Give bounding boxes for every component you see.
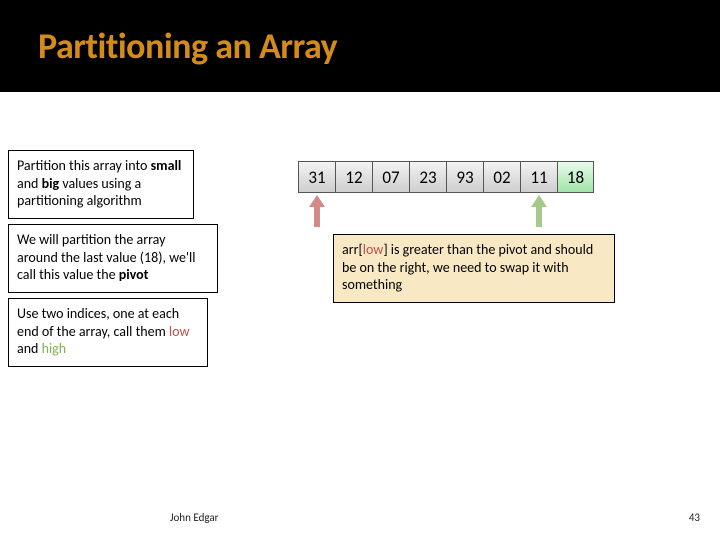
footer-page: 43 bbox=[689, 511, 700, 524]
title-band: Partitioning an Array bbox=[0, 0, 720, 92]
high-pointer-arrow bbox=[531, 195, 547, 227]
array-cell: 12 bbox=[335, 161, 372, 193]
slide-title: Partitioning an Array bbox=[38, 24, 337, 68]
array-cell: 02 bbox=[483, 161, 520, 193]
intro-big: big bbox=[42, 175, 60, 192]
indices-high: high bbox=[42, 340, 67, 357]
indices-and: and bbox=[17, 340, 42, 357]
array-cell: 31 bbox=[298, 161, 335, 193]
array-cell: 93 bbox=[446, 161, 483, 193]
indices-pre: Use two indices, one at each end of the … bbox=[17, 305, 179, 340]
footer-author: John Edgar bbox=[170, 511, 218, 524]
intro-box: Partition this array into small and big … bbox=[8, 150, 194, 219]
intro-small: small bbox=[151, 157, 182, 174]
pivot-bold: pivot bbox=[119, 266, 149, 283]
intro-pre: Partition this array into bbox=[17, 157, 151, 174]
array-cell-pivot: 18 bbox=[557, 161, 594, 193]
array-cell: 23 bbox=[409, 161, 446, 193]
indices-box: Use two indices, one at each end of the … bbox=[8, 298, 208, 367]
slide: Partitioning an Array Partition this arr… bbox=[0, 0, 720, 540]
note-low: low bbox=[363, 241, 384, 258]
note-pre: arr[ bbox=[342, 241, 363, 258]
intro-mid: and bbox=[17, 175, 42, 192]
note-box: arr[low] is greater than the pivot and s… bbox=[333, 234, 615, 303]
array-row: 31 12 07 23 93 02 11 18 bbox=[298, 161, 594, 193]
array-cell: 07 bbox=[372, 161, 409, 193]
pivot-box: We will partition the array around the l… bbox=[8, 224, 218, 293]
low-pointer-arrow bbox=[309, 195, 325, 227]
indices-low: low bbox=[169, 323, 190, 340]
array-cell: 11 bbox=[520, 161, 557, 193]
pivot-pre: We will partition the array around the l… bbox=[17, 231, 195, 283]
